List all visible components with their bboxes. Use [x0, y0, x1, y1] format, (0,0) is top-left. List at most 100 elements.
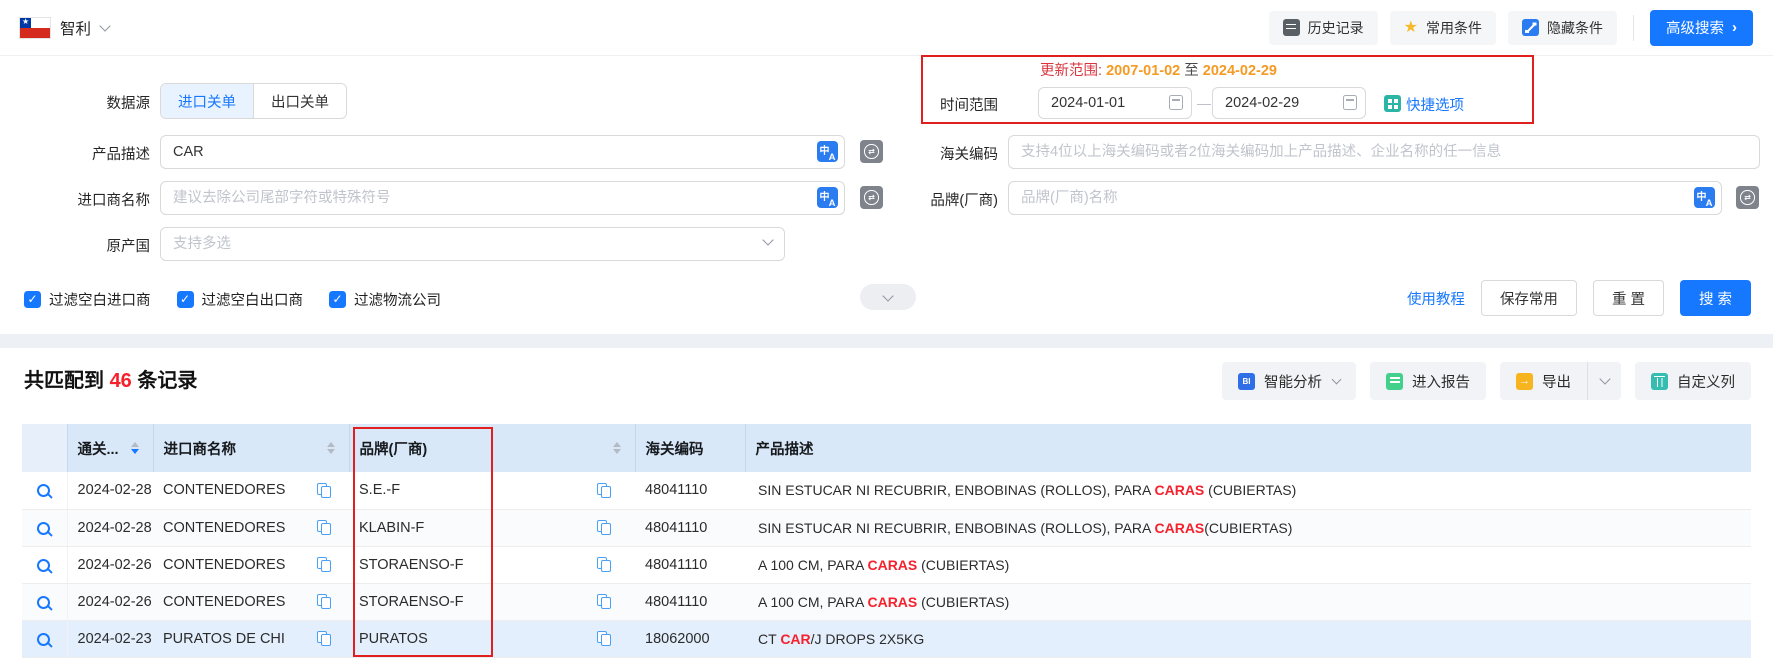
results-summary: 共匹配到 46 条记录 — [24, 364, 197, 393]
cell-product-desc: CT CAR/J DROPS 2X5KG — [745, 620, 1751, 657]
time-range-label: 时间范围 — [878, 94, 998, 115]
enter-report-button[interactable]: 进入报告 — [1370, 362, 1486, 400]
translate-icon[interactable]: 中A — [817, 187, 838, 208]
top-actions: 历史记录 ★ 常用条件 隐藏条件 高级搜索 › — [1269, 10, 1753, 46]
table-row[interactable]: 2024-02-26CONTENEDORESSTORAENSO-F4804111… — [22, 546, 1751, 583]
cell-product-desc: SIN ESTUCAR NI RECUBRIR, ENBOBINAS (ROLL… — [745, 472, 1751, 509]
cell-brand: S.E.-F — [349, 472, 635, 509]
chevron-down-icon — [1332, 374, 1342, 384]
copy-icon[interactable] — [597, 483, 611, 498]
advanced-search-button[interactable]: 高级搜索 › — [1650, 10, 1753, 46]
quick-options-link[interactable]: 快捷选项 — [1406, 94, 1464, 115]
save-favorite-button[interactable]: 保存常用 — [1481, 280, 1577, 316]
results-toolbar: BI 智能分析 进入报告 → 导出 自定义列 — [1222, 362, 1751, 400]
history-icon — [1283, 19, 1300, 36]
copy-icon[interactable] — [317, 631, 331, 646]
search-icon[interactable] — [36, 632, 53, 649]
copy-icon[interactable] — [597, 520, 611, 535]
checkbox-label: 过滤物流公司 — [354, 289, 441, 310]
desc-text: A 100 CM, PARA — [758, 557, 867, 573]
top-bar: 智利 历史记录 ★ 常用条件 隐藏条件 高级搜索 › — [0, 0, 1773, 56]
translate-en-glyph: A — [829, 198, 836, 209]
column-header-importer[interactable]: 进口商名称 — [153, 424, 349, 472]
calendar-icon[interactable] — [1169, 95, 1183, 110]
checkbox-filter-blank-importer[interactable]: ✓ 过滤空白进口商 — [24, 289, 151, 310]
smart-analysis-button[interactable]: BI 智能分析 — [1222, 362, 1356, 400]
search-icon[interactable] — [36, 521, 53, 538]
search-button[interactable]: 搜 索 — [1680, 280, 1751, 316]
origin-country-select — [160, 227, 785, 261]
hide-conditions-button[interactable]: 隐藏条件 — [1508, 11, 1617, 45]
importer-input[interactable] — [160, 181, 845, 215]
checkbox-filter-blank-exporter[interactable]: ✓ 过滤空白出口商 — [177, 289, 304, 310]
column-label: 通关... — [78, 438, 119, 459]
copy-icon[interactable] — [317, 557, 331, 572]
tutorial-link[interactable]: 使用教程 — [1407, 288, 1465, 309]
hs-code-input[interactable] — [1008, 135, 1760, 169]
reset-button[interactable]: 重 置 — [1593, 280, 1664, 316]
sort-icon[interactable] — [327, 442, 335, 455]
search-icon[interactable] — [36, 483, 53, 500]
product-desc-label: 产品描述 — [28, 143, 150, 164]
exclude-toggle-icon[interactable]: ⇄ — [1736, 186, 1759, 209]
country-selector[interactable]: 智利 — [20, 17, 109, 39]
cell-detail — [22, 583, 67, 620]
importer-text: CONTENEDORES — [163, 520, 285, 536]
desc-text: SIN ESTUCAR NI RECUBRIR, ENBOBINAS (ROLL… — [758, 482, 1154, 498]
update-range: 更新范围: 2007-01-02 至 2024-02-29 — [1040, 59, 1277, 80]
brand-input[interactable] — [1008, 181, 1722, 215]
column-header-brand[interactable]: 品牌(厂商) — [349, 424, 635, 472]
history-button[interactable]: 历史记录 — [1269, 11, 1378, 45]
cell-detail — [22, 546, 67, 583]
column-header-date[interactable]: 通关... — [67, 424, 153, 472]
copy-icon[interactable] — [317, 520, 331, 535]
chevron-down-icon — [882, 290, 893, 301]
cell-date: 2024-02-28 — [67, 472, 153, 509]
search-icon[interactable] — [36, 558, 53, 575]
cell-brand: STORAENSO-F — [349, 546, 635, 583]
checkbox-label: 过滤空白出口商 — [202, 289, 304, 310]
importer-field: 中A — [160, 181, 845, 215]
table-row[interactable]: 2024-02-28CONTENEDORESS.E.-F48041110SIN … — [22, 472, 1751, 509]
date-to-field — [1212, 87, 1366, 119]
custom-columns-button[interactable]: 自定义列 — [1635, 362, 1751, 400]
sort-icon[interactable] — [613, 442, 621, 455]
brand-text: KLABIN-F — [359, 520, 424, 536]
translate-icon[interactable]: 中A — [1694, 187, 1715, 208]
checkbox-filter-logistics[interactable]: ✓ 过滤物流公司 — [329, 289, 441, 310]
favorite-conditions-button[interactable]: ★ 常用条件 — [1390, 11, 1496, 45]
enter-report-label: 进入报告 — [1412, 371, 1470, 392]
cell-product-desc: A 100 CM, PARA CARAS (CUBIERTAS) — [745, 546, 1751, 583]
cell-brand: KLABIN-F — [349, 509, 635, 546]
product-desc-input[interactable] — [160, 135, 845, 169]
column-label: 品牌(厂商) — [360, 438, 428, 459]
search-icon[interactable] — [36, 595, 53, 612]
tab-import-declaration[interactable]: 进口关单 — [161, 84, 253, 118]
cell-hscode: 48041110 — [635, 583, 745, 620]
export-button[interactable]: → 导出 — [1500, 362, 1587, 400]
export-options-button[interactable] — [1587, 362, 1621, 400]
calendar-icon[interactable] — [1343, 95, 1357, 110]
brand-text: PURATOS — [359, 631, 428, 647]
keyword-highlight: CARAS — [867, 594, 917, 610]
copy-icon[interactable] — [597, 594, 611, 609]
tab-export-declaration[interactable]: 出口关单 — [253, 84, 346, 118]
importer-text: CONTENEDORES — [163, 557, 285, 573]
cell-hscode: 48041110 — [635, 472, 745, 509]
desc-text: /J DROPS 2X5KG — [811, 631, 925, 647]
cell-date: 2024-02-26 — [67, 583, 153, 620]
sort-icon[interactable] — [131, 442, 139, 455]
copy-icon[interactable] — [597, 557, 611, 572]
translate-icon[interactable]: 中A — [817, 141, 838, 162]
cell-hscode: 48041110 — [635, 509, 745, 546]
collapse-filters-button[interactable] — [860, 284, 916, 310]
origin-country-input[interactable] — [160, 227, 785, 261]
table-row[interactable]: 2024-02-23PURATOS DE CHIPURATOS18062000C… — [22, 620, 1751, 657]
table-row[interactable]: 2024-02-28CONTENEDORESKLABIN-F48041110SI… — [22, 509, 1751, 546]
copy-icon[interactable] — [317, 594, 331, 609]
desc-text: (CUBIERTAS) — [1204, 520, 1292, 536]
copy-icon[interactable] — [317, 483, 331, 498]
copy-icon[interactable] — [597, 631, 611, 646]
hide-conditions-label: 隐藏条件 — [1547, 18, 1603, 38]
table-row[interactable]: 2024-02-26CONTENEDORESSTORAENSO-F4804111… — [22, 583, 1751, 620]
